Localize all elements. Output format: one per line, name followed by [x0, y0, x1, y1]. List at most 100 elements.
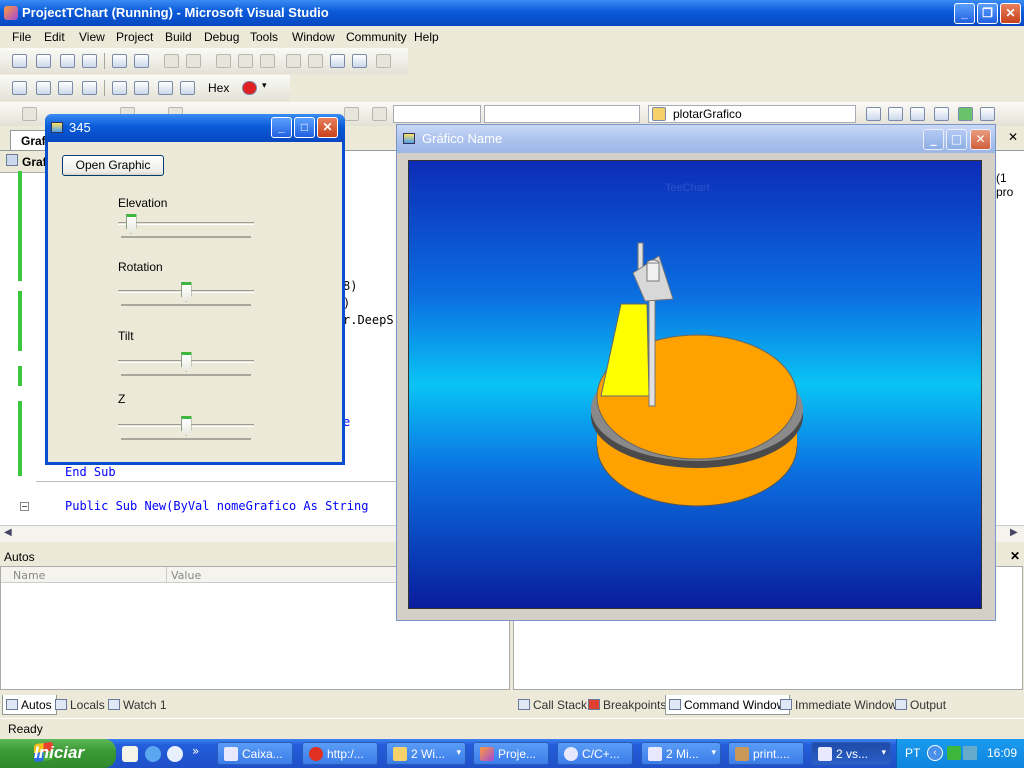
step-over-icon[interactable] — [134, 81, 149, 95]
security-shield-icon[interactable] — [947, 746, 961, 760]
scroll-right-icon[interactable]: ▶ — [1010, 527, 1018, 538]
close-doc-icon[interactable]: ✕ — [1008, 130, 1018, 144]
restart-icon[interactable] — [82, 81, 97, 95]
threads-icon[interactable] — [180, 81, 195, 95]
quicklaunch-browser-icon[interactable] — [167, 746, 183, 762]
start-icon[interactable] — [372, 107, 387, 121]
close-button[interactable]: ✕ — [317, 117, 338, 138]
menu-file[interactable]: File — [12, 30, 31, 44]
menu-window[interactable]: Window — [292, 30, 335, 44]
window-345[interactable]: 345 _ □ ✕ Open Graphic Elevation Rotatio… — [45, 114, 345, 465]
tab-autos[interactable]: Autos — [2, 695, 57, 715]
menu-edit[interactable]: Edit — [44, 30, 65, 44]
breakpoint-icon[interactable] — [242, 81, 257, 95]
toolbar-icon[interactable] — [12, 54, 27, 68]
tab-locals[interactable]: Locals — [52, 695, 109, 715]
minimize-button[interactable]: _ — [954, 3, 975, 24]
quicklaunch-ie-icon[interactable] — [145, 746, 161, 762]
comment-icon[interactable] — [164, 54, 179, 68]
properties-icon[interactable] — [888, 107, 903, 121]
elevation-slider[interactable] — [118, 214, 254, 242]
quicklaunch-more-icon[interactable]: » — [192, 744, 199, 758]
close-button[interactable]: ✕ — [970, 129, 991, 150]
collapse-icon[interactable]: − — [20, 502, 29, 511]
outdent-icon[interactable] — [112, 54, 127, 68]
menu-view[interactable]: View — [79, 30, 105, 44]
menu-help[interactable]: Help — [414, 30, 439, 44]
quicklaunch-notepad-icon[interactable] — [122, 746, 138, 762]
toolbar-icon[interactable] — [60, 54, 75, 68]
chart-window-title-bar[interactable]: Gráfico Name _ □ ✕ — [397, 125, 995, 153]
ide-title-bar[interactable]: ProjectTChart (Running) - Microsoft Visu… — [0, 0, 1024, 26]
bookmark-next-icon[interactable] — [260, 54, 275, 68]
maximize-button[interactable]: □ — [294, 117, 315, 138]
minimize-button[interactable]: _ — [923, 129, 944, 150]
tilt-slider[interactable] — [118, 352, 254, 380]
teechart-plot[interactable]: TeeChart — [408, 160, 982, 609]
z-slider[interactable] — [118, 416, 254, 444]
find-icon[interactable] — [376, 54, 391, 68]
toolbar-icon[interactable] — [82, 54, 97, 68]
pause-icon[interactable] — [36, 81, 51, 95]
step-out-icon[interactable] — [158, 81, 173, 95]
window-345-title-bar[interactable]: 345 _ □ ✕ — [45, 114, 345, 142]
taskbar-item-active[interactable]: 2 vs... ▾ — [811, 742, 891, 765]
restore-button[interactable]: ❐ — [977, 3, 998, 24]
rotation-slider[interactable] — [118, 282, 254, 310]
bookmark-prev-icon[interactable] — [238, 54, 253, 68]
tab-output[interactable]: Output — [892, 695, 950, 715]
language-indicator[interactable]: PT — [905, 746, 920, 760]
slider-thumb[interactable] — [180, 416, 192, 436]
toolbar-icon[interactable] — [36, 54, 51, 68]
menu-debug[interactable]: Debug — [204, 30, 239, 44]
menu-build[interactable]: Build — [165, 30, 192, 44]
tab-immediate-window[interactable]: Immediate Window — [777, 695, 901, 715]
indent-icon[interactable] — [134, 54, 149, 68]
taskbar-item[interactable]: Proje... — [473, 742, 549, 765]
slider-thumb[interactable] — [180, 282, 192, 302]
taskbar-item[interactable]: print.... — [728, 742, 804, 765]
tab-breakpoints[interactable]: Breakpoints — [585, 695, 670, 715]
menu-tools[interactable]: Tools — [250, 30, 278, 44]
menu-project[interactable]: Project — [116, 30, 153, 44]
menu-community[interactable]: Community — [346, 30, 407, 44]
start-page-icon[interactable] — [958, 107, 973, 121]
taskbar-item[interactable]: C/C+... — [557, 742, 633, 765]
close-pane-icon[interactable]: ✕ — [1010, 549, 1020, 563]
slider-thumb[interactable] — [180, 352, 192, 372]
minimize-button[interactable]: _ — [271, 117, 292, 138]
object-browser-icon[interactable] — [910, 107, 925, 121]
taskbar-item[interactable]: http:/... — [302, 742, 378, 765]
taskbar-item[interactable]: 2 Wi... ▾ — [386, 742, 466, 765]
bookmark-clear-icon[interactable] — [308, 54, 323, 68]
scroll-left-icon[interactable]: ◀ — [4, 527, 12, 538]
chart-window[interactable]: Gráfico Name _ □ ✕ TeeChart — [396, 124, 996, 621]
bookmark-folder-icon[interactable] — [286, 54, 301, 68]
taskbar-item[interactable]: Caixa... — [217, 742, 293, 765]
col-value[interactable]: Value — [171, 569, 201, 582]
stop-icon[interactable] — [58, 81, 73, 95]
continue-icon[interactable] — [12, 81, 27, 95]
network-icon[interactable] — [963, 746, 977, 760]
clock[interactable]: 16:09 — [987, 746, 1017, 760]
tab-watch-1[interactable]: Watch 1 — [105, 695, 171, 715]
toolbar-icon[interactable] — [344, 107, 359, 121]
toolbox-icon[interactable] — [934, 107, 949, 121]
method-combo[interactable]: plotarGrafico — [648, 105, 856, 123]
find-next-icon[interactable] — [352, 54, 367, 68]
taskbar-item[interactable]: 2 Mi... ▾ — [641, 742, 721, 765]
tab-command-window[interactable]: Command Window — [665, 695, 791, 715]
chevron-down-icon[interactable]: ▾ — [262, 81, 267, 91]
col-name[interactable]: Name — [13, 569, 45, 582]
solution-config-combo[interactable] — [393, 105, 481, 123]
tray-expand-icon[interactable]: ‹ — [927, 745, 943, 761]
close-button[interactable]: ✕ — [1000, 3, 1021, 24]
solution-explorer-icon[interactable] — [866, 107, 881, 121]
command-window-icon[interactable] — [980, 107, 995, 121]
step-into-icon[interactable] — [112, 81, 127, 95]
toolbar-icon[interactable] — [22, 107, 37, 121]
tab-call-stack[interactable]: Call Stack — [515, 695, 591, 715]
hex-toggle-button[interactable]: Hex — [208, 81, 229, 95]
uncomment-icon[interactable] — [186, 54, 201, 68]
start-button[interactable]: Iniciar — [0, 739, 116, 768]
